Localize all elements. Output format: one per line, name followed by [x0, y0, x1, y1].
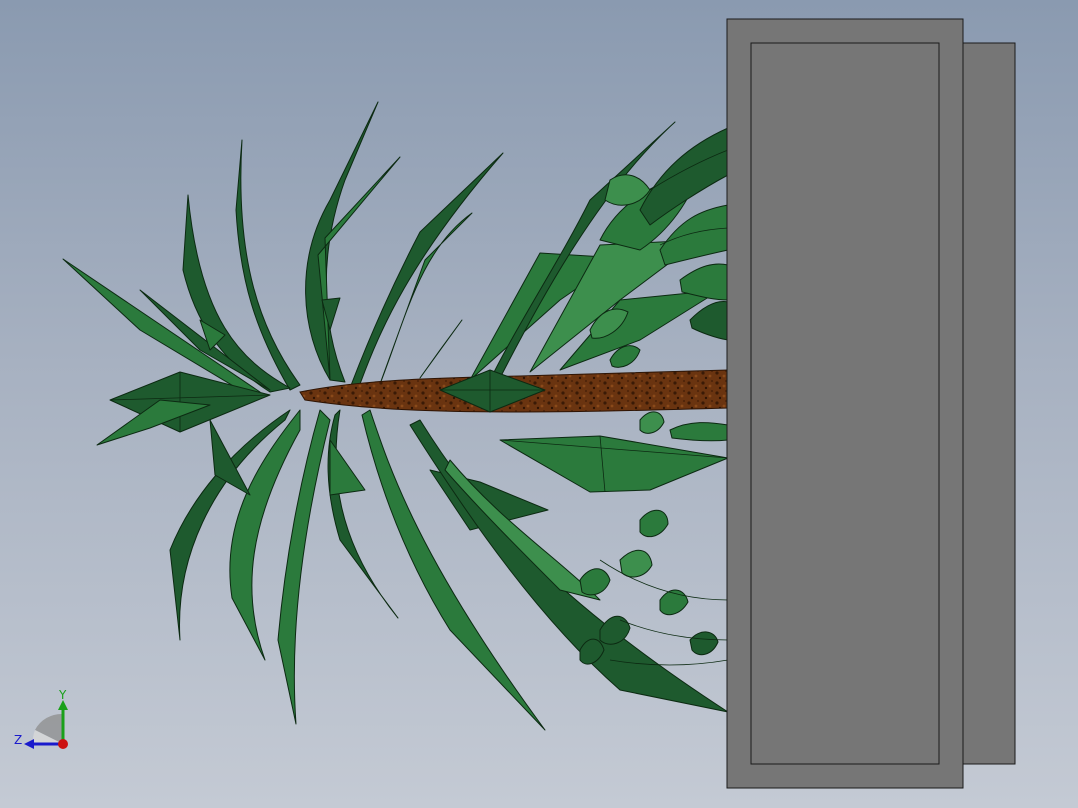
y-axis-label: Y	[58, 688, 67, 702]
plant-model	[62, 18, 1016, 789]
3d-viewport[interactable]: Y Z	[0, 0, 1078, 808]
planter-box	[726, 18, 1016, 789]
z-axis-arrow	[24, 739, 34, 749]
x-axis-dot	[58, 739, 68, 749]
leaf-cluster-front	[96, 297, 729, 731]
z-axis-label: Z	[14, 733, 22, 747]
coordinate-triad: Y Z	[14, 688, 68, 749]
